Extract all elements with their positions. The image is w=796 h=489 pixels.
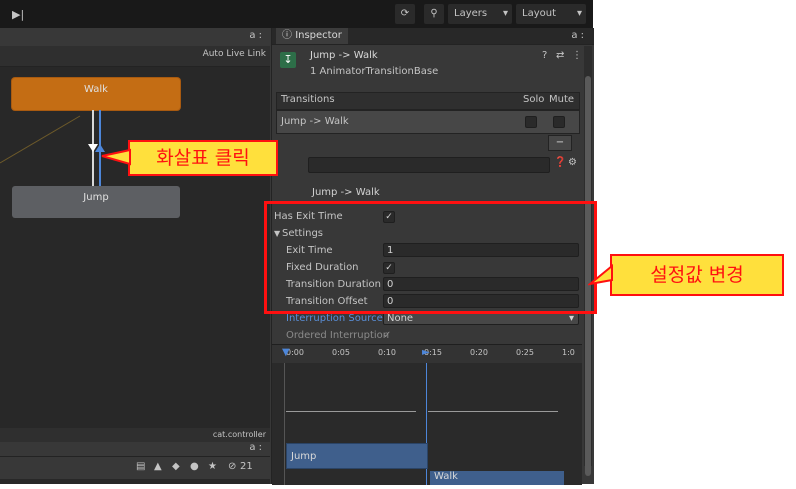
arrow-click-text: 화살표 클릭 xyxy=(156,147,250,169)
graph-connection-line xyxy=(0,115,81,164)
remove-transition-button[interactable]: − xyxy=(548,135,572,151)
inspector-tab-bar: ⓘ Inspector a : xyxy=(272,28,594,45)
animator-graph[interactable]: a : Auto Live Link Walk Jump cat.control… xyxy=(0,28,270,484)
transition-name-label: Jump -> Walk xyxy=(312,187,380,198)
state-node-jump-label: Jump xyxy=(83,192,109,203)
callout-pointer xyxy=(101,148,131,166)
hidden-count: 21 xyxy=(240,461,253,472)
transition-name-field[interactable] xyxy=(308,157,550,173)
tab-inspector[interactable]: ⓘ Inspector xyxy=(276,28,348,44)
solo-label: Solo xyxy=(523,94,545,105)
interruption-source-value: None xyxy=(387,313,414,324)
tick-4: 0:20 xyxy=(470,348,488,357)
change-settings-text: 설정값 변경 xyxy=(650,264,744,286)
chevron-down-icon: ▾ xyxy=(576,8,582,19)
help-icon[interactable]: ❓ xyxy=(554,157,566,168)
weight-line-left xyxy=(286,411,416,412)
jump-clip-label: Jump xyxy=(291,451,317,462)
gear-icon[interactable]: ⚙ xyxy=(568,157,577,168)
state-node-walk[interactable]: Walk xyxy=(12,78,180,110)
auto-live-link-button[interactable]: Auto Live Link xyxy=(203,49,266,59)
solo-checkbox[interactable] xyxy=(525,116,537,128)
jump-clip-bar[interactable]: Jump xyxy=(286,443,428,469)
controller-file-label: cat.controller xyxy=(212,430,266,439)
history-icon[interactable]: ⟳ xyxy=(395,4,415,24)
layers-label: Layers xyxy=(454,8,488,19)
walk-clip-bar[interactable]: Walk xyxy=(430,471,564,485)
search-icon[interactable]: ⚲ xyxy=(424,4,444,24)
inspector-tab-label: Inspector xyxy=(295,30,342,41)
transitions-label: Transitions xyxy=(281,94,335,105)
ordered-interruption-row: Ordered Interruption ✓ xyxy=(272,327,582,344)
playhead-marker-icon[interactable]: ► xyxy=(422,347,430,358)
change-settings-callout: 설정값 변경 xyxy=(610,254,784,296)
scene-icon[interactable]: ▤ xyxy=(136,461,145,472)
warning-icon[interactable]: ● xyxy=(190,461,199,472)
inspector-subtitle: 1 AnimatorTransitionBase xyxy=(310,66,439,77)
file-label-bar: cat.controller xyxy=(0,428,270,442)
mute-checkbox[interactable] xyxy=(553,116,565,128)
arrow-click-callout: 화살표 클릭 xyxy=(128,140,278,176)
tick-5: 0:25 xyxy=(516,348,534,357)
tick-2: 0:10 xyxy=(378,348,396,357)
weight-line-right xyxy=(428,411,558,412)
state-node-walk-label: Walk xyxy=(84,84,108,95)
star-icon[interactable]: ★ xyxy=(208,461,217,472)
tick-1: 0:05 xyxy=(332,348,350,357)
walk-clip-label: Walk xyxy=(434,471,458,482)
ordered-interruption-label: Ordered Interruption xyxy=(286,330,390,341)
layout-label: Layout xyxy=(522,8,556,19)
hidden-icon[interactable]: ⊘ xyxy=(228,461,236,472)
transition-timeline[interactable]: 0:00 0:05 0:10 0:15 0:20 0:25 1:0 ▼ ► Ju… xyxy=(272,344,582,485)
bottom-header-icons[interactable]: a : xyxy=(249,442,262,453)
mute-label: Mute xyxy=(549,94,575,105)
chevron-down-icon: ▾ xyxy=(502,8,508,19)
layout-dropdown[interactable]: Layout ▾ xyxy=(516,4,586,24)
info-icon: ⓘ xyxy=(282,30,292,41)
callout-pointer xyxy=(588,263,613,286)
graph-header: a : xyxy=(0,28,270,47)
transitions-header: Transitions Solo Mute xyxy=(276,92,580,110)
top-toolbar: ▶| ⟳ ⚲ Layers ▾ Layout ▾ xyxy=(0,0,593,28)
transition-item-label: Jump -> Walk xyxy=(281,116,349,127)
chevron-down-icon: ▾ xyxy=(568,313,574,324)
prefab-icon[interactable]: ▲ xyxy=(154,461,162,472)
play-icon[interactable]: ▶| xyxy=(12,8,24,21)
bottom-toolbar: ▤ ▲ ◆ ● ★ ⊘ 21 xyxy=(0,456,270,479)
ordered-interruption-check[interactable]: ✓ xyxy=(383,327,391,344)
timeline-start-line xyxy=(284,363,285,485)
state-node-jump[interactable]: Jump xyxy=(12,186,180,218)
timeline-ruler: 0:00 0:05 0:10 0:15 0:20 0:25 1:0 ▼ ► xyxy=(272,345,582,363)
help-icon[interactable]: ? xyxy=(542,50,547,61)
more-icon[interactable]: ⋮ xyxy=(572,50,582,61)
settings-highlight-box xyxy=(264,201,597,314)
preset-icon[interactable]: ⇄ xyxy=(556,50,564,61)
layers-dropdown[interactable]: Layers ▾ xyxy=(448,4,512,24)
inspector-tab-icons[interactable]: a : xyxy=(571,30,584,41)
tick-6: 1:0 xyxy=(562,348,575,357)
bottom-header: a : xyxy=(0,442,270,456)
graph-header-icons[interactable]: a : xyxy=(249,30,262,41)
playhead-start-icon[interactable]: ▼ xyxy=(282,347,290,358)
graph-subheader: Auto Live Link xyxy=(0,46,270,67)
tag-icon[interactable]: ◆ xyxy=(172,461,180,472)
transition-list-item[interactable]: Jump -> Walk xyxy=(276,110,580,134)
transition-icon: ↧ xyxy=(280,52,296,68)
inspector-title: Jump -> Walk xyxy=(310,50,378,61)
